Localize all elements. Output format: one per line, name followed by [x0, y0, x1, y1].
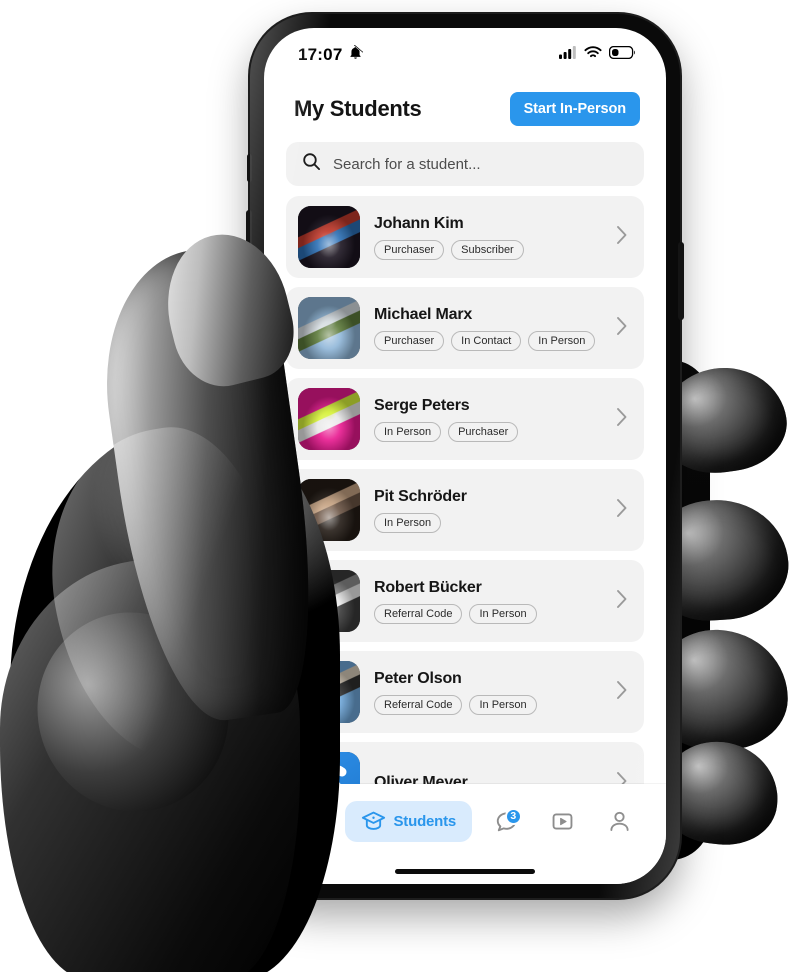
student-info: Johann Kim Purchaser Subscriber	[374, 215, 602, 260]
tab-home[interactable]	[288, 801, 333, 842]
student-row[interactable]: Serge Peters In Person Purchaser	[286, 378, 644, 460]
hand-knuckle	[11, 587, 255, 837]
student-row[interactable]: Oliver Meyer	[286, 742, 644, 784]
student-tag: In Person	[469, 603, 537, 624]
student-name: Robert Bücker	[374, 578, 482, 596]
power-button[interactable]	[678, 242, 684, 320]
chevron-right-icon[interactable]	[616, 771, 632, 784]
avatar	[298, 479, 360, 541]
student-tag: Referral Code	[374, 694, 463, 715]
avatar	[298, 570, 360, 632]
scene: 17:07 My Students Start In-Person Search…	[0, 0, 800, 972]
tab-videos[interactable]	[540, 801, 585, 842]
volume-down-button[interactable]	[246, 276, 252, 328]
student-info: Pit Schröder In Person	[374, 488, 602, 533]
student-name: Serge Peters	[374, 396, 470, 414]
chevron-right-icon[interactable]	[616, 589, 632, 614]
tab-profile[interactable]	[597, 801, 642, 842]
search-placeholder: Search for a student...	[333, 155, 481, 173]
avatar	[298, 206, 360, 268]
chat-bubble-icon: 3	[494, 807, 522, 834]
bottom-tab-bar[interactable]: Students 3	[264, 784, 666, 858]
tab-label: Students	[393, 812, 457, 830]
chevron-right-icon[interactable]	[616, 498, 632, 523]
student-row[interactable]: Johann Kim Purchaser Subscriber	[286, 196, 644, 278]
search-icon	[302, 152, 321, 176]
student-info: Oliver Meyer	[374, 774, 602, 784]
student-name: Peter Olson	[374, 669, 462, 687]
student-tags: Referral Code In Person	[374, 603, 602, 624]
avatar	[298, 752, 360, 784]
student-name: Oliver Meyer	[374, 774, 468, 784]
unread-count-badge: 3	[504, 807, 522, 825]
search-input[interactable]: Search for a student...	[286, 142, 644, 186]
student-row[interactable]: Pit Schröder In Person	[286, 469, 644, 551]
status-clock-group: 17:07	[298, 43, 366, 65]
student-tag: In Contact	[451, 330, 522, 351]
avatar	[298, 297, 360, 359]
home-indicator	[264, 858, 666, 884]
home-indicator-bar	[395, 868, 535, 874]
volume-up-button[interactable]	[246, 210, 252, 262]
student-row[interactable]: Robert Bücker Referral Code In Person	[286, 560, 644, 642]
status-indicators	[559, 45, 636, 64]
student-tag: In Person	[374, 512, 442, 533]
student-name: Michael Marx	[374, 305, 473, 323]
avatar	[298, 661, 360, 723]
tab-chat[interactable]: 3	[484, 801, 529, 842]
student-tag: Purchaser	[448, 421, 519, 442]
student-tag: In Person	[528, 330, 596, 351]
notification-dot-badge	[310, 811, 321, 822]
status-time: 17:07	[298, 45, 343, 64]
student-row[interactable]: Michael Marx Purchaser In Contact In Person	[286, 287, 644, 369]
student-tag: In Person	[374, 421, 442, 442]
chevron-right-icon[interactable]	[616, 225, 632, 250]
student-tags: In Person Purchaser	[374, 421, 602, 442]
graduation-cap-icon	[361, 809, 386, 834]
tab-students[interactable]: Students	[344, 800, 473, 842]
start-in-person-button[interactable]: Start In-Person	[509, 92, 640, 126]
student-tags: Purchaser Subscriber	[374, 239, 602, 260]
student-tag: Subscriber	[451, 239, 524, 260]
play-square-icon	[550, 809, 575, 834]
student-info: Peter Olson Referral Code In Person	[374, 670, 602, 715]
student-info: Robert Bücker Referral Code In Person	[374, 579, 602, 624]
student-tag: In Person	[469, 694, 537, 715]
status-bar: 17:07	[264, 28, 666, 74]
student-tag: Referral Code	[374, 603, 463, 624]
chevron-right-icon[interactable]	[616, 680, 632, 705]
student-tag: Purchaser	[374, 239, 445, 260]
student-name: Pit Schröder	[374, 487, 467, 505]
student-tags: Purchaser In Contact In Person	[374, 330, 602, 351]
page-header: My Students Start In-Person	[264, 74, 666, 136]
student-list[interactable]: Johann Kim Purchaser Subscriber Michael Mar…	[264, 196, 666, 784]
cellular-signal-icon	[559, 46, 577, 64]
mute-switch-button[interactable]	[247, 154, 252, 182]
student-tag: Purchaser	[374, 330, 445, 351]
bell-muted-icon	[348, 43, 366, 65]
wifi-icon	[584, 46, 602, 64]
student-tags: Referral Code In Person	[374, 694, 602, 715]
home-icon	[298, 809, 323, 834]
person-icon	[607, 809, 632, 834]
phone-screen: 17:07 My Students Start In-Person Search…	[264, 28, 666, 884]
student-info: Serge Peters In Person Purchaser	[374, 397, 602, 442]
battery-low-icon	[608, 45, 636, 64]
chevron-right-icon[interactable]	[616, 316, 632, 341]
student-row[interactable]: Peter Olson Referral Code In Person	[286, 651, 644, 733]
student-info: Michael Marx Purchaser In Contact In Person	[374, 306, 602, 351]
student-tags: In Person	[374, 512, 602, 533]
avatar	[298, 388, 360, 450]
student-name: Johann Kim	[374, 214, 464, 232]
page-title: My Students	[294, 96, 422, 121]
phone-device: 17:07 My Students Start In-Person Search…	[246, 14, 684, 898]
chevron-right-icon[interactable]	[616, 407, 632, 432]
search-section: Search for a student...	[264, 136, 666, 196]
